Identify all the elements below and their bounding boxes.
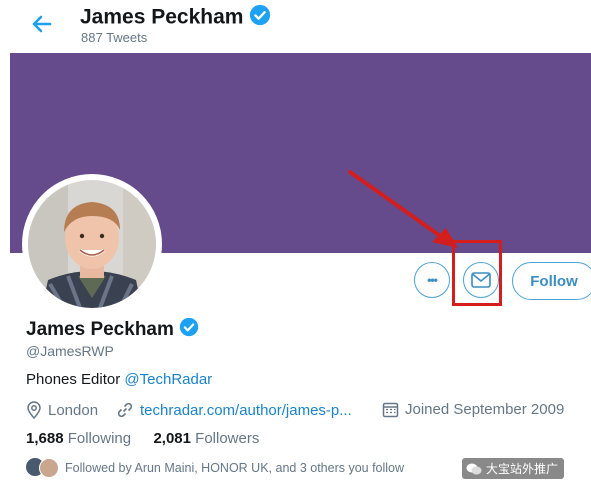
bio-mention-link[interactable]: @TechRadar [124,371,212,388]
followers-count: 2,081 [153,430,191,447]
red-arrow-icon [348,170,458,248]
follower-avatar [39,458,59,478]
profile-bio: Phones Editor @TechRadar [26,371,212,388]
profile-name-text: James Peckham [26,319,174,341]
verified-badge-icon [179,317,199,343]
location-pin-icon [27,401,41,419]
join-date-text: Joined September 2009 [405,401,565,418]
location: London [26,401,98,419]
website[interactable]: techradar.com/author/james-p... [116,401,352,419]
followed-by[interactable]: Followed by Arun Maini, HONOR UK, and 3 … [26,458,404,478]
profile-handle: @JamesRWP [26,343,114,359]
followers-label: Followers [195,430,260,447]
followed-by-text: Followed by Arun Maini, HONOR UK, and 3 … [65,461,405,475]
followers-link[interactable]: 2,081 Followers [153,430,259,447]
watermark: 大宝站外推广 [462,458,565,479]
following-count: 1,688 [26,430,64,447]
watermark-text: 大宝站外推广 [486,462,559,476]
bio-text: Phones Editor [26,371,125,388]
follow-stats: 1,688 Following 2,081 Followers [26,430,259,447]
location-text: London [48,401,99,419]
link-icon [117,402,133,418]
calendar-icon [382,402,399,418]
following-label: Following [67,430,132,447]
following-link[interactable]: 1,688 Following [26,430,131,447]
website-link[interactable]: techradar.com/author/james-p... [140,402,352,419]
wechat-icon [466,463,482,474]
join-date: Joined September 2009 [382,401,564,418]
profile-name: James Peckham [26,317,199,343]
